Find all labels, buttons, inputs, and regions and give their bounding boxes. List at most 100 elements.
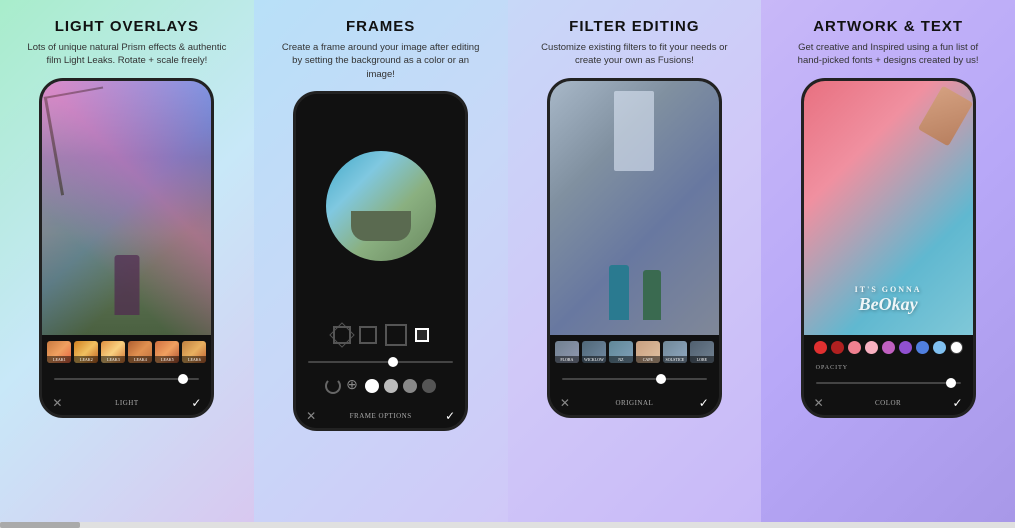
frame-icon-diagonal[interactable] bbox=[333, 326, 351, 344]
rotate-icon[interactable] bbox=[325, 378, 341, 394]
filter-thumb-cape[interactable]: CAPE bbox=[636, 341, 660, 363]
frame-icon-square[interactable] bbox=[359, 326, 377, 344]
opacity-label: OPACITY bbox=[808, 365, 848, 371]
filter-thumb-lore[interactable]: LORE bbox=[690, 341, 714, 363]
confirm-icon-2[interactable]: ✓ bbox=[445, 409, 455, 424]
filter-thumb-wicklow[interactable]: WICKLOW bbox=[582, 341, 606, 363]
phone3-actions: ✕ ORIGINAL ✓ bbox=[554, 396, 715, 411]
phone3-bottom-bar: FLORA WICKLOW NZ CAPE SOLSTICE LORE ✕ bbox=[550, 335, 719, 415]
frame-circle-preview bbox=[326, 151, 436, 261]
bottom-label-4: COLOR bbox=[875, 399, 901, 407]
feature-card-frames: FRAMES Create a frame around your image … bbox=[254, 0, 508, 522]
horizontal-scrollbar[interactable] bbox=[0, 522, 1015, 528]
frame-icon-small[interactable] bbox=[415, 328, 429, 342]
filter-thumb-leak6[interactable]: LEAK6 bbox=[182, 341, 206, 363]
confirm-icon-1[interactable]: ✓ bbox=[191, 396, 201, 411]
confirm-icon-3[interactable]: ✓ bbox=[699, 396, 709, 411]
frame-icon-large[interactable] bbox=[385, 324, 407, 346]
palette-light-blue[interactable] bbox=[933, 341, 946, 354]
thumb-label-nz: NZ bbox=[609, 356, 633, 363]
thumb-label-cape: CAPE bbox=[636, 356, 660, 363]
color-gray[interactable] bbox=[403, 379, 417, 393]
filter-thumb-leak3[interactable]: LEAK3 bbox=[101, 341, 125, 363]
feature-card-light-overlays: LIGHT OVERLAYS Lots of unique natural Pr… bbox=[0, 0, 254, 522]
palette-red[interactable] bbox=[814, 341, 827, 354]
card-desc-1: Lots of unique natural Prism effects & a… bbox=[27, 41, 227, 68]
phone4-bottom-bar: OPACITY ✕ COLOR ✓ bbox=[804, 335, 973, 415]
palette-pink[interactable] bbox=[848, 341, 861, 354]
filter-thumb-leak4[interactable]: LEAK4 bbox=[128, 341, 152, 363]
color-light-gray[interactable] bbox=[384, 379, 398, 393]
bottom-label-3: ORIGINAL bbox=[615, 399, 653, 407]
palette-blue[interactable] bbox=[916, 341, 929, 354]
thumb-label-lore: LORE bbox=[690, 356, 714, 363]
slider-thumb-1[interactable] bbox=[178, 374, 188, 384]
phone-mockup-2: ⊕ ✕ FRAME OPTIONS ✓ bbox=[293, 91, 468, 431]
filter-thumbnails-1: LEAK1 LEAK2 LEAK3 LEAK4 LEAK5 LEAK6 bbox=[47, 341, 206, 363]
card-desc-3: Customize existing filters to fit your n… bbox=[534, 41, 734, 68]
phone-screen-4: IT'S GONNA BeOkay bbox=[804, 81, 973, 415]
card-desc-2: Create a frame around your image after e… bbox=[281, 41, 481, 81]
phone-screen-2: ⊕ ✕ FRAME OPTIONS ✓ bbox=[296, 94, 465, 428]
slider-track-1 bbox=[54, 378, 199, 380]
phone-mockup-1: LEAK1 LEAK2 LEAK3 LEAK4 LEAK5 LEAK6 ✕ bbox=[39, 78, 214, 418]
card-title-2: FRAMES bbox=[346, 18, 415, 35]
opacity-slider[interactable] bbox=[808, 382, 969, 384]
filter-thumb-leak2[interactable]: LEAK2 bbox=[74, 341, 98, 363]
color-palette bbox=[814, 341, 963, 354]
artwork-text-display: IT'S GONNA BeOkay bbox=[855, 286, 922, 315]
phone1-bottom-bar: LEAK1 LEAK2 LEAK3 LEAK4 LEAK5 LEAK6 ✕ bbox=[42, 335, 211, 415]
color-dark-gray[interactable] bbox=[422, 379, 436, 393]
slider-thumb-4[interactable] bbox=[946, 378, 956, 388]
palette-violet[interactable] bbox=[899, 341, 912, 354]
phone-mockup-4: IT'S GONNA BeOkay bbox=[801, 78, 976, 418]
bottom-label-2: FRAME OPTIONS bbox=[350, 412, 412, 420]
filter-thumb-flora[interactable]: FLORA bbox=[555, 341, 579, 363]
palette-light-pink[interactable] bbox=[865, 341, 878, 354]
color-white[interactable] bbox=[365, 379, 379, 393]
scrollbar-thumb[interactable] bbox=[0, 522, 80, 528]
slider-track-3 bbox=[562, 378, 707, 380]
person-silhouette bbox=[114, 255, 139, 315]
slider-track-4 bbox=[816, 382, 961, 384]
filter-thumbnails-3: FLORA WICKLOW NZ CAPE SOLSTICE LORE bbox=[555, 341, 714, 363]
add-icon[interactable]: ⊕ bbox=[346, 379, 360, 393]
close-icon-1[interactable]: ✕ bbox=[52, 396, 62, 411]
thumb-label-flora: FLORA bbox=[555, 356, 579, 363]
phone4-actions: ✕ COLOR ✓ bbox=[808, 396, 969, 411]
phone-screen-3: FLORA WICKLOW NZ CAPE SOLSTICE LORE ✕ bbox=[550, 81, 719, 415]
phone1-background bbox=[42, 81, 211, 335]
phone3-background bbox=[550, 81, 719, 335]
filter-thumb-leak5[interactable]: LEAK5 bbox=[155, 341, 179, 363]
filter-thumb-leak1[interactable]: LEAK1 bbox=[47, 341, 71, 363]
slider-thumb-2[interactable] bbox=[388, 357, 398, 367]
palette-dark-red[interactable] bbox=[831, 341, 844, 354]
close-icon-3[interactable]: ✕ bbox=[560, 396, 570, 411]
phone4-background: IT'S GONNA BeOkay bbox=[804, 81, 973, 335]
frame-slider[interactable] bbox=[300, 361, 461, 363]
phone2-background bbox=[296, 94, 465, 318]
light-slider[interactable] bbox=[46, 378, 207, 380]
close-icon-2[interactable]: ✕ bbox=[306, 409, 316, 424]
filter-thumb-solstice[interactable]: SOLSTICE bbox=[663, 341, 687, 363]
phone1-actions: ✕ LIGHT ✓ bbox=[46, 396, 207, 411]
slider-track-2 bbox=[308, 361, 453, 363]
close-icon-4[interactable]: ✕ bbox=[814, 396, 824, 411]
phone2-actions: ✕ FRAME OPTIONS ✓ bbox=[300, 409, 461, 424]
card-title-3: FILTER EDITING bbox=[569, 18, 699, 35]
thumb-label-solstice: SOLSTICE bbox=[663, 356, 687, 363]
thumb-label-4: LEAK4 bbox=[128, 356, 152, 363]
color-circles: ⊕ bbox=[325, 378, 436, 394]
feature-card-artwork-text: ARTWORK & TEXT Get creative and Inspired… bbox=[761, 0, 1015, 522]
palette-white[interactable] bbox=[950, 341, 963, 354]
confirm-icon-4[interactable]: ✓ bbox=[953, 396, 963, 411]
palette-purple[interactable] bbox=[882, 341, 895, 354]
bottom-label-1: LIGHT bbox=[115, 399, 139, 407]
artwork-text-large: BeOkay bbox=[859, 294, 918, 314]
person-shape-2 bbox=[643, 270, 661, 320]
person-shape-1 bbox=[609, 265, 629, 320]
filter-thumb-nz[interactable]: NZ bbox=[609, 341, 633, 363]
thumb-label-wicklow: WICKLOW bbox=[582, 356, 606, 363]
filter-slider[interactable] bbox=[554, 378, 715, 380]
slider-thumb-3[interactable] bbox=[656, 374, 666, 384]
